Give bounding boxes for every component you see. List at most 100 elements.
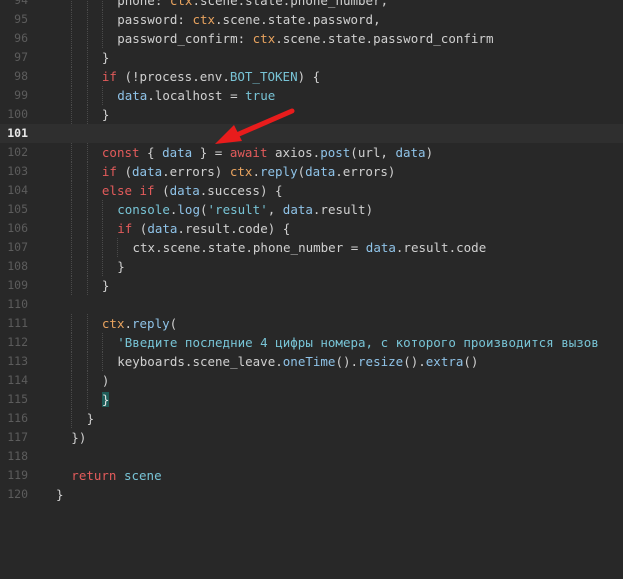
code-token: ( (154, 183, 170, 198)
indent-guide (71, 352, 73, 371)
line-number: 101 (7, 126, 28, 140)
line-number: 119 (7, 468, 28, 482)
code-token: await (229, 145, 268, 160)
code-line[interactable]: 107 ctx.scene.state.phone_number = data.r… (0, 238, 623, 257)
code-line[interactable]: 102 const { data } = await axios.post(url… (0, 143, 623, 162)
code-line[interactable]: 104 else if (data.success) { (0, 181, 623, 200)
line-number: 95 (14, 12, 28, 26)
code-token: keyboards.scene_leave. (117, 354, 283, 369)
indent-guide (71, 314, 73, 333)
code-token: }) (71, 430, 87, 445)
code-line[interactable]: 103 if (data.errors) ctx.reply(data.error… (0, 162, 623, 181)
code-editor[interactable]: 94 phone: ctx.scene.state.phone_number, 95… (0, 0, 623, 579)
code-text: return scene (71, 466, 161, 485)
code-token: 'result' (207, 202, 268, 217)
code-token: } (117, 259, 125, 274)
code-line[interactable]: 113 keyboards.scene_leave.oneTime().resiz… (0, 352, 623, 371)
indent-guide (86, 333, 88, 352)
code-token: 'Введите последние 4 цифры номера, с кот… (117, 335, 599, 350)
line-number: 108 (7, 259, 28, 273)
code-line[interactable]: 115} (0, 390, 623, 409)
indent-guide (101, 0, 103, 10)
code-token: ctx (192, 12, 216, 27)
code-text: if (!process.env.BOT_TOKEN) { (102, 67, 320, 86)
code-line[interactable]: 114) (0, 371, 623, 390)
code-token: data (305, 164, 336, 179)
code-token: data (162, 145, 193, 160)
code-text: data.localhost = true (117, 86, 275, 105)
code-line[interactable]: 120} (0, 485, 623, 504)
indent-guide (71, 48, 73, 67)
indent-guide (86, 238, 88, 257)
code-line[interactable]: 119 return scene (0, 466, 623, 485)
arrow-shaft (229, 108, 295, 140)
code-line[interactable]: 109} (0, 276, 623, 295)
code-token: ctx (229, 164, 253, 179)
line-number: 111 (7, 316, 28, 330)
indent-guide (117, 238, 119, 257)
code-token: .result.code (395, 240, 487, 255)
code-line[interactable]: 116} (0, 409, 623, 428)
code-line[interactable]: 100} (0, 105, 623, 124)
code-token: .success) { (199, 183, 283, 198)
code-token: data (282, 202, 313, 217)
indent-guide (71, 276, 73, 295)
indent-guide (71, 67, 73, 86)
indent-guide (86, 29, 88, 48)
code-token: resize (358, 354, 404, 369)
indent-guide (71, 219, 73, 238)
code-token: extra (425, 354, 464, 369)
indent-guide (101, 86, 103, 105)
indent-guide (71, 371, 73, 390)
code-line[interactable]: 112 'Введите последние 4 цифры номера, с … (0, 333, 623, 352)
code-token: true (245, 88, 276, 103)
code-line[interactable]: 101 (0, 124, 623, 143)
code-line[interactable]: 98 if (!process.env.BOT_TOKEN) { (0, 67, 623, 86)
code-token: ) (425, 145, 434, 160)
line-number: 113 (7, 354, 28, 368)
code-token: post (320, 145, 351, 160)
code-line[interactable]: 111 ctx.reply( (0, 314, 623, 333)
indent-guide (86, 143, 88, 162)
code-line[interactable]: 95 password: ctx.scene.state.password, (0, 10, 623, 29)
code-token: const (101, 145, 140, 160)
code-text: 'Введите последние 4 цифры номера, с кот… (117, 333, 599, 352)
code-line[interactable]: 97} (0, 48, 623, 67)
line-number: 104 (7, 183, 28, 197)
code-line[interactable]: 108} (0, 257, 623, 276)
arrow-head (215, 125, 242, 144)
code-line[interactable]: 110 (0, 295, 623, 314)
code-token: .result.code) { (177, 221, 291, 236)
indent-guide (86, 219, 88, 238)
code-token: .scene.state.password, (215, 12, 381, 27)
code-line[interactable]: 94 phone: ctx.scene.state.phone_number, (0, 0, 623, 10)
code-text: password_confirm: ctx.scene.state.passwo… (117, 29, 493, 48)
code-token: } (56, 487, 64, 502)
line-number: 99 (14, 88, 28, 102)
indent-guide (86, 86, 88, 105)
line-number: 105 (7, 202, 28, 216)
indent-guide (86, 276, 88, 295)
code-token: data (117, 88, 148, 103)
line-number: 94 (14, 0, 28, 7)
code-token: return (71, 468, 117, 483)
code-token: .errors) (335, 164, 396, 179)
code-token: BOT_TOKEN (229, 69, 298, 84)
code-line[interactable]: 105 console.log('result', data.result) (0, 200, 623, 219)
code-token: (). (335, 354, 359, 369)
line-number: 96 (14, 31, 28, 45)
code-line[interactable]: 117}) (0, 428, 623, 447)
code-line[interactable]: 99 data.localhost = true (0, 86, 623, 105)
code-token: .result) (312, 202, 374, 217)
code-line[interactable]: 96 password_confirm: ctx.scene.state.pass… (0, 29, 623, 48)
code-line[interactable]: 118 (0, 447, 623, 466)
code-token: if (117, 221, 133, 236)
indent-guide (71, 200, 73, 219)
indent-guide (71, 162, 73, 181)
code-token: ( (169, 316, 178, 331)
code-token: data (132, 164, 163, 179)
code-line[interactable]: 106 if (data.result.code) { (0, 219, 623, 238)
code-token: oneTime (282, 354, 336, 369)
code-token: , (267, 202, 283, 217)
indent-guide (86, 200, 88, 219)
